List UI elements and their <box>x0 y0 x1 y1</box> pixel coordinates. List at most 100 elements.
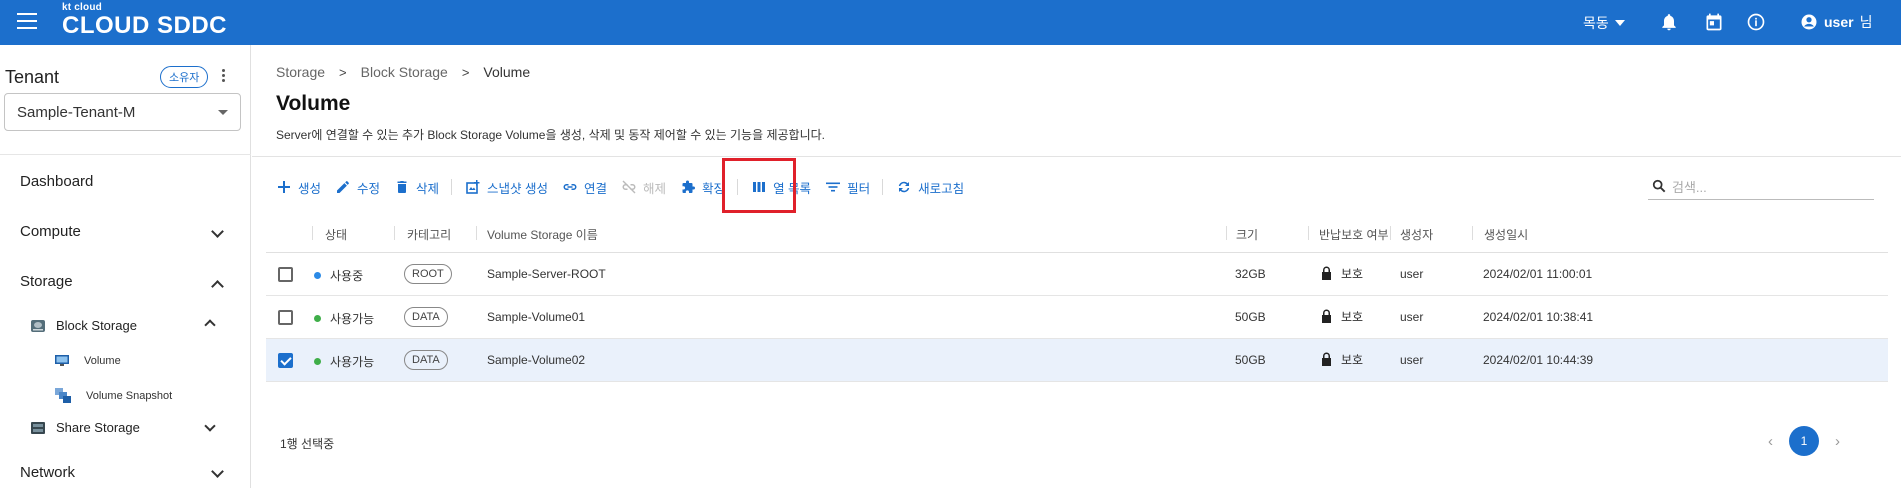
creator: user <box>1400 267 1424 281</box>
owner-badge: 소유자 <box>160 66 209 88</box>
add-snapshot-icon <box>466 180 480 194</box>
chevron-up-icon[interactable] <box>204 319 216 331</box>
refresh-icon <box>898 181 910 193</box>
delete-button[interactable]: 삭제 <box>394 178 439 197</box>
search-input[interactable]: 검색... <box>1648 173 1874 200</box>
status-text: 사용중 <box>330 269 364 283</box>
region-label: 목동 <box>1583 15 1609 31</box>
column-protect[interactable]: 반납보호 여부 <box>1319 226 1389 243</box>
attach-label: 연결 <box>584 181 608 196</box>
logo[interactable]: kt cloud CLOUD SDDC <box>62 2 227 39</box>
share-storage-icon <box>31 421 45 434</box>
nav-share-storage[interactable]: Share Storage <box>30 420 140 435</box>
extend-button[interactable]: 확장 <box>680 178 725 197</box>
menu-icon[interactable] <box>17 13 37 29</box>
protect-cell: 보호 <box>1320 265 1363 282</box>
row-checkbox[interactable] <box>278 353 293 368</box>
breadcrumb-block-storage[interactable]: Block Storage <box>361 64 448 80</box>
monitor-icon <box>55 355 69 366</box>
page-description: Server에 연결할 수 있는 추가 Block Storage Volume… <box>276 128 825 142</box>
chevron-down-icon <box>218 110 228 115</box>
nav-block-storage[interactable]: Block Storage <box>30 318 137 333</box>
plus-icon <box>278 181 290 193</box>
toolbar: 생성 수정 삭제 스냅샷 생성 연결 해제 확장 열 목록 필터 새로고침 <box>276 175 978 199</box>
pagination: ‹ 1 › <box>1768 426 1840 456</box>
tenant-title: Tenant <box>5 67 60 87</box>
user-menu[interactable]: user 님 <box>1800 12 1872 32</box>
search-icon <box>1652 179 1666 193</box>
nav-dashboard[interactable]: Dashboard <box>20 173 93 190</box>
status-dot <box>314 358 321 365</box>
category-badge: DATA <box>404 307 448 327</box>
breadcrumb-storage[interactable]: Storage <box>276 64 325 80</box>
tenant-select[interactable]: Sample-Tenant-M <box>4 93 241 131</box>
nav-block-storage-label: Block Storage <box>56 318 137 333</box>
status-cell: 사용가능 <box>314 310 374 327</box>
lock-icon <box>1322 352 1331 366</box>
refresh-button[interactable]: 새로고침 <box>896 178 964 197</box>
column-status[interactable]: 상태 <box>325 226 347 243</box>
volume-table: 상태 카테고리 Volume Storage 이름 크기 반납보호 여부 생성자… <box>266 213 1888 382</box>
column-created[interactable]: 생성일시 <box>1484 226 1528 243</box>
more-vert-icon[interactable] <box>222 69 226 84</box>
toolbar-divider <box>882 179 884 195</box>
filter-label: 필터 <box>847 181 871 196</box>
column-creator[interactable]: 생성자 <box>1400 226 1433 243</box>
nav-volume[interactable]: Volume <box>54 354 121 367</box>
edit-button[interactable]: 수정 <box>335 178 380 197</box>
breadcrumb-volume: Volume <box>483 64 531 80</box>
creator: user <box>1400 353 1424 367</box>
row-checkbox[interactable] <box>278 267 293 282</box>
filter-list-icon <box>826 182 841 192</box>
table-row[interactable]: 사용중 ROOT Sample-Server-ROOT 32GB 보호 user… <box>266 253 1888 296</box>
column-divider <box>1226 226 1227 240</box>
column-size[interactable]: 크기 <box>1236 226 1258 243</box>
chevron-up-icon[interactable] <box>211 280 224 293</box>
detach-button[interactable]: 해제 <box>621 178 666 197</box>
nav-compute[interactable]: Compute <box>20 223 81 240</box>
creator: user <box>1400 310 1424 324</box>
nav-storage[interactable]: Storage <box>20 273 73 290</box>
column-divider <box>312 226 313 240</box>
table-row[interactable]: 사용가능 DATA Sample-Volume01 50GB 보호 user 2… <box>266 296 1888 339</box>
volume-size: 50GB <box>1235 353 1266 367</box>
chevron-right-icon[interactable]: › <box>1835 433 1840 450</box>
search-placeholder: 검색... <box>1672 179 1707 195</box>
filter-button[interactable]: 필터 <box>825 178 870 197</box>
attach-button[interactable]: 연결 <box>562 178 607 197</box>
divider <box>252 156 1901 157</box>
chevron-down-icon[interactable] <box>211 465 224 478</box>
table-row[interactable]: 사용가능 DATA Sample-Volume02 50GB 보호 user 2… <box>266 339 1888 382</box>
row-checkbox[interactable] <box>278 310 293 325</box>
chevron-left-icon[interactable]: ‹ <box>1768 433 1773 450</box>
nav-share-storage-label: Share Storage <box>56 420 140 435</box>
volume-name: Sample-Server-ROOT <box>487 267 606 281</box>
create-button[interactable]: 생성 <box>276 178 321 197</box>
status-dot <box>314 315 321 322</box>
account-icon <box>1801 14 1817 30</box>
volume-size: 32GB <box>1235 267 1266 281</box>
create-snapshot-button[interactable]: 스냅샷 생성 <box>465 178 548 197</box>
column-divider <box>1308 226 1309 240</box>
chevron-right-icon: > <box>339 64 347 80</box>
toolbar-divider <box>451 179 453 195</box>
page-number[interactable]: 1 <box>1789 426 1819 456</box>
created-at: 2024/02/01 10:44:39 <box>1483 353 1594 367</box>
created-at: 2024/02/01 10:38:41 <box>1483 310 1594 324</box>
nav-network[interactable]: Network <box>20 464 75 481</box>
column-name[interactable]: Volume Storage 이름 <box>487 226 598 243</box>
info-icon[interactable] <box>1746 12 1766 32</box>
logo-big: CLOUD SDDC <box>62 12 227 39</box>
refresh-label: 새로고침 <box>918 181 965 196</box>
calendar-icon[interactable] <box>1704 12 1724 32</box>
protect-cell: 보호 <box>1320 351 1363 368</box>
region-selector[interactable]: 목동 <box>1583 13 1625 33</box>
chevron-down-icon[interactable] <box>211 225 224 238</box>
column-category[interactable]: 카테고리 <box>407 226 451 243</box>
chevron-down-icon[interactable] <box>204 420 216 432</box>
column-divider <box>1390 226 1391 240</box>
protect-text: 보호 <box>1341 310 1364 324</box>
bell-icon[interactable] <box>1659 12 1679 32</box>
status-dot <box>314 272 321 279</box>
nav-volume-snapshot[interactable]: Volume Snapshot <box>54 387 172 405</box>
